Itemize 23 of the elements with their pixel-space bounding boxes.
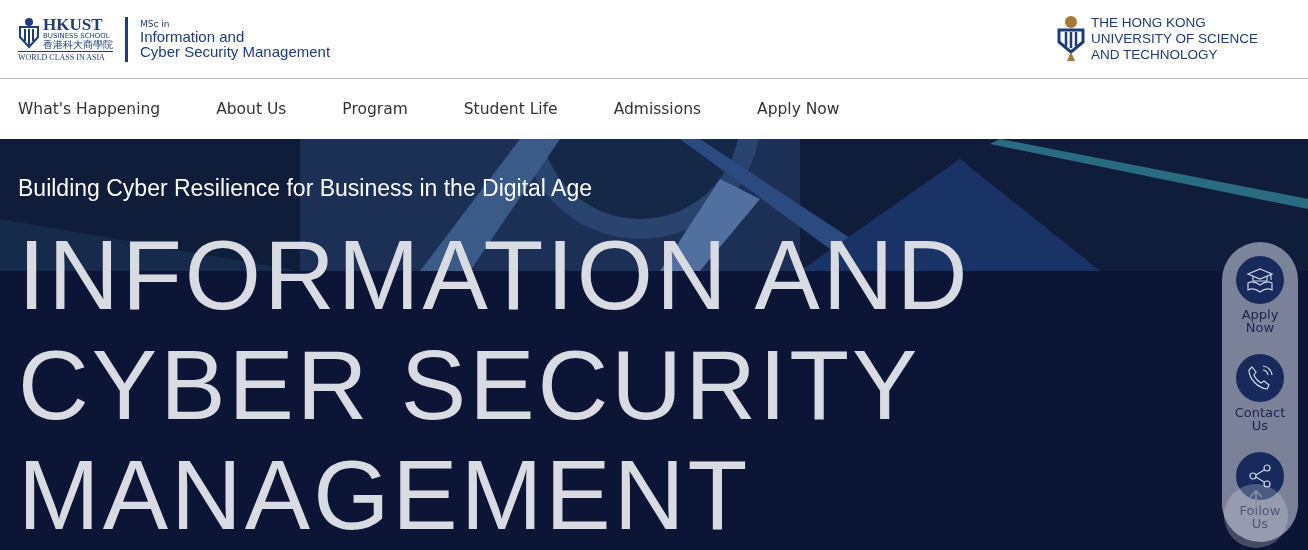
university-name: AND TECHNOLOGY (1090, 47, 1219, 63)
nav-link[interactable]: About Us (216, 100, 287, 118)
university-name: UNIVERSITY OF SCIENCE (1090, 31, 1258, 47)
hero-title: INFORMATION AND CYBER SECURITY MANAGEMENT (18, 220, 971, 550)
nav-link[interactable]: Student Life (463, 100, 558, 118)
logo-chinese: 香港科大商學院 (43, 40, 113, 50)
phone-icon (1246, 364, 1274, 392)
logo-tagline: WORLD CLASS IN ASIA (18, 53, 106, 62)
logo-name: HKUST (43, 16, 103, 33)
program-title: Information and (140, 28, 246, 44)
nav-link[interactable]: Admissions (613, 100, 702, 118)
nav-link[interactable]: Program (342, 100, 408, 118)
back-to-top-button[interactable] (1224, 484, 1288, 548)
program-title: Cyber Security Management (140, 43, 331, 59)
graduation-cap-book-icon (1245, 267, 1275, 293)
nav-link[interactable]: Apply Now (757, 100, 840, 118)
share-icon (1247, 463, 1273, 489)
program-prefix: MSc in (140, 19, 171, 29)
nav-link[interactable]: What's Happening (18, 100, 161, 118)
university-name: THE HONG KONG (1090, 15, 1207, 31)
hero-subtitle: Building Cyber Resilience for Business in the Digital Age (18, 175, 594, 202)
crest-icon (18, 17, 40, 49)
university-crest-icon (1056, 16, 1085, 62)
